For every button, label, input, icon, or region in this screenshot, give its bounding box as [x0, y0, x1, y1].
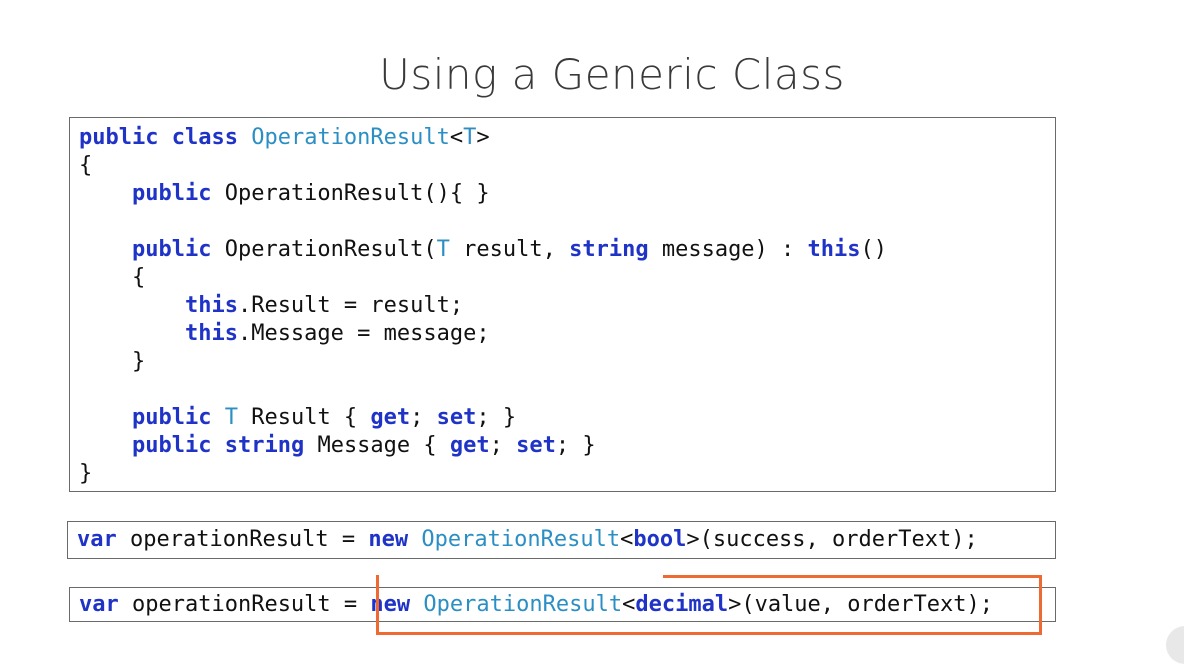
code-keyword: public — [79, 125, 159, 150]
code-line: public OperationResult(T result, string … — [79, 236, 1055, 264]
code-line: this.Message = message; — [79, 320, 1055, 348]
code-text: OperationResult(){ } — [211, 181, 490, 206]
code-text: { — [79, 265, 146, 290]
class-definition-code: public class OperationResult<T>{ public … — [70, 118, 1055, 488]
class-definition-code-block: public class OperationResult<T>{ public … — [69, 117, 1056, 492]
code-keyword: class — [171, 125, 238, 150]
code-text: { — [79, 153, 93, 178]
code-text: OperationResult( — [211, 237, 437, 262]
code-text: } — [79, 461, 93, 486]
code-text: message) : — [648, 237, 808, 262]
highlight-bracket-top — [663, 575, 1042, 578]
code-keyword: bool — [633, 527, 687, 552]
code-line: public class OperationResult<T> — [79, 124, 1055, 152]
code-keyword: new — [368, 527, 409, 552]
code-type: T — [463, 125, 477, 150]
code-line: public string Message { get; set; } — [79, 432, 1055, 460]
code-keyword: set — [436, 405, 477, 430]
code-text: } — [79, 349, 146, 374]
code-text: < — [620, 527, 634, 552]
code-text: ; — [489, 433, 517, 458]
code-line: { — [79, 264, 1055, 292]
code-text: operationResult = — [116, 527, 369, 552]
code-line: } — [79, 348, 1055, 376]
code-text: > — [476, 125, 490, 150]
code-keyword: public — [131, 181, 212, 206]
code-line: } — [79, 460, 1055, 488]
code-text: operationResult = — [118, 592, 371, 617]
code-type: OperationResult — [251, 125, 450, 150]
brand-logo-icon — [1166, 626, 1184, 664]
code-keyword: var — [79, 592, 119, 617]
code-line: var operationResult = new OperationResul… — [77, 526, 1055, 554]
code-keyword: get — [370, 405, 411, 430]
code-type: OperationResult — [421, 527, 621, 552]
code-line: public T Result { get; set; } — [79, 404, 1055, 432]
code-type: T — [436, 237, 450, 262]
code-text: ; } — [555, 433, 596, 458]
bool-usage-code-block: var operationResult = new OperationResul… — [67, 521, 1056, 559]
code-keyword: this — [184, 293, 238, 318]
code-text: < — [449, 125, 464, 150]
code-line: ​ — [79, 208, 1055, 236]
code-text: ; — [410, 405, 437, 430]
code-keyword: string — [224, 433, 305, 458]
code-text: >(success, orderText); — [686, 527, 978, 552]
code-keyword: public — [131, 433, 212, 458]
code-text: () — [860, 237, 888, 262]
code-text: Message { — [304, 433, 450, 458]
code-keyword: public — [131, 405, 212, 430]
highlight-bracket — [376, 575, 1042, 635]
code-keyword: set — [516, 433, 556, 458]
code-text: ; } — [476, 405, 517, 430]
code-line: { — [79, 152, 1055, 180]
code-keyword: var — [77, 527, 117, 552]
code-keyword: this — [184, 321, 238, 346]
code-line: this.Result = result; — [79, 292, 1055, 320]
code-line: public OperationResult(){ } — [79, 180, 1055, 208]
code-line: ​ — [79, 376, 1055, 404]
code-keyword: public — [131, 237, 212, 262]
code-keyword: string — [569, 237, 649, 262]
code-keyword: this — [807, 237, 861, 262]
code-text: .Result = result; — [237, 293, 464, 318]
bool-usage-code: var operationResult = new OperationResul… — [68, 522, 1055, 554]
code-type: T — [224, 405, 238, 430]
code-text: result, — [449, 237, 570, 262]
code-keyword: get — [449, 433, 490, 458]
code-text: .Message = message; — [237, 321, 490, 346]
code-text: Result { — [237, 405, 371, 430]
slide-title: Using a Generic Class — [379, 50, 845, 99]
